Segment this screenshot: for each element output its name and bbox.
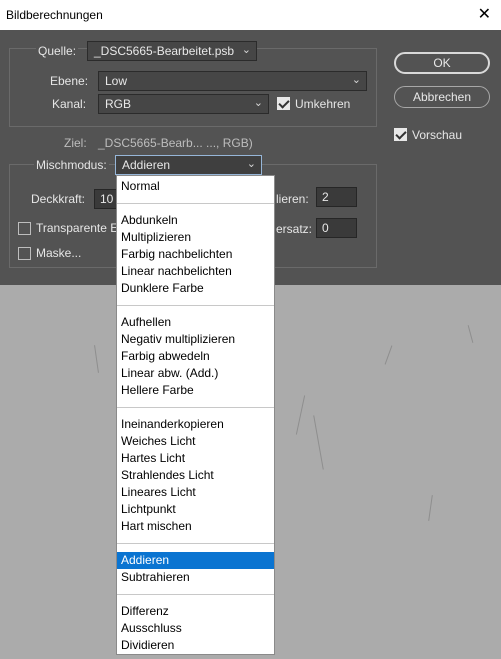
transparent-checkbox[interactable] bbox=[18, 222, 31, 235]
preview-label: Vorschau bbox=[412, 128, 463, 142]
source-select-value: _DSC5665-Bearbeitet.psb bbox=[94, 44, 235, 58]
canvas-scratch bbox=[313, 415, 324, 470]
chevron-down-icon: ⌄ bbox=[246, 158, 256, 170]
offset-input-value: 0 bbox=[322, 221, 329, 235]
blend-mode-option[interactable]: Linear abw. (Add.) bbox=[117, 365, 274, 382]
channel-label: Kanal: bbox=[52, 97, 87, 111]
blend-mode-option[interactable]: Abdunkeln bbox=[117, 212, 274, 229]
target-value: _DSC5665-Bearb... ..., RGB) bbox=[98, 136, 253, 150]
scale-input-value: 2 bbox=[322, 190, 329, 204]
menu-separator bbox=[117, 543, 274, 544]
chevron-down-icon: ⌄ bbox=[351, 74, 361, 86]
source-label: Quelle: bbox=[36, 44, 79, 58]
blend-mode-option[interactable]: Hellere Farbe bbox=[117, 382, 274, 399]
scale-label: lieren: bbox=[276, 192, 309, 206]
scale-input[interactable]: 2 bbox=[316, 187, 357, 207]
blend-mode-select[interactable]: Addieren ⌄ bbox=[115, 155, 262, 175]
blend-mode-option[interactable]: Lineares Licht bbox=[117, 484, 274, 501]
mask-label: Maske... bbox=[36, 246, 82, 260]
ok-button[interactable]: OK bbox=[394, 52, 490, 74]
offset-input[interactable]: 0 bbox=[316, 218, 357, 238]
offset-label: ersatz: bbox=[276, 222, 313, 236]
layer-select-value: Low bbox=[105, 74, 128, 88]
blend-mode-option[interactable]: Weiches Licht bbox=[117, 433, 274, 450]
blend-mode-option[interactable]: Dividieren bbox=[117, 637, 274, 654]
blend-mode-option[interactable]: Differenz bbox=[117, 603, 274, 620]
chevron-down-icon: ⌄ bbox=[253, 97, 263, 109]
cancel-button[interactable]: Abbrechen bbox=[394, 86, 490, 108]
blend-mode-dropdown[interactable]: Normal Abdunkeln Multiplizieren Farbig n… bbox=[116, 175, 275, 655]
blend-mode-option[interactable]: Strahlendes Licht bbox=[117, 467, 274, 484]
transparent-label: Transparente E bbox=[36, 221, 119, 235]
canvas-scratch bbox=[384, 345, 393, 365]
window-titlebar: Bildberechnungen ✕ bbox=[0, 0, 501, 30]
chevron-down-icon: ⌄ bbox=[241, 44, 251, 56]
blend-mode-option-selected[interactable]: Addieren bbox=[117, 552, 274, 569]
target-label: Ziel: bbox=[64, 136, 87, 150]
channel-select-value: RGB bbox=[105, 97, 132, 111]
channel-select[interactable]: RGB ⌄ bbox=[98, 94, 269, 114]
canvas-scratch bbox=[467, 325, 474, 343]
blend-mode-option[interactable]: Hart mischen bbox=[117, 518, 274, 535]
menu-separator bbox=[117, 594, 274, 595]
layer-label: Ebene: bbox=[50, 74, 89, 88]
blend-mode-option[interactable]: Ineinanderkopieren bbox=[117, 416, 274, 433]
close-icon[interactable]: ✕ bbox=[478, 4, 491, 24]
blend-mode-option[interactable]: Hartes Licht bbox=[117, 450, 274, 467]
invert-checkbox[interactable] bbox=[277, 97, 290, 110]
preview-checkbox[interactable] bbox=[394, 128, 407, 141]
layer-select[interactable]: Low ⌄ bbox=[98, 71, 367, 91]
blend-mode-option[interactable]: Farbig abwedeln bbox=[117, 348, 274, 365]
window-title: Bildberechnungen bbox=[6, 8, 103, 22]
invert-label: Umkehren bbox=[295, 97, 351, 111]
blend-mode-option[interactable]: Linear nachbelichten bbox=[117, 263, 274, 280]
blend-mode-option[interactable]: Negativ multiplizieren bbox=[117, 331, 274, 348]
canvas-scratch bbox=[295, 395, 306, 435]
blend-mode-option[interactable]: Farbig nachbelichten bbox=[117, 246, 274, 263]
opacity-input-value: 10 bbox=[100, 192, 114, 206]
menu-separator bbox=[117, 407, 274, 408]
source-select[interactable]: _DSC5665-Bearbeitet.psb ⌄ bbox=[87, 41, 257, 61]
mask-checkbox[interactable] bbox=[18, 247, 31, 260]
menu-separator bbox=[117, 305, 274, 306]
menu-separator bbox=[117, 203, 274, 204]
blend-mode-option[interactable]: Multiplizieren bbox=[117, 229, 274, 246]
blend-mode-option[interactable]: Dunklere Farbe bbox=[117, 280, 274, 297]
opacity-label: Deckkraft: bbox=[31, 192, 86, 206]
canvas-scratch bbox=[428, 495, 433, 521]
canvas-scratch bbox=[94, 345, 99, 373]
blend-mode-option[interactable]: Ausschluss bbox=[117, 620, 274, 637]
blend-mode-option[interactable]: Lichtpunkt bbox=[117, 501, 274, 518]
blend-mode-option[interactable]: Normal bbox=[117, 178, 274, 195]
blend-mode-label: Mischmodus: bbox=[34, 158, 109, 172]
blend-mode-select-value: Addieren bbox=[122, 158, 171, 172]
blend-mode-option[interactable]: Subtrahieren bbox=[117, 569, 274, 586]
blend-mode-option[interactable]: Aufhellen bbox=[117, 314, 274, 331]
